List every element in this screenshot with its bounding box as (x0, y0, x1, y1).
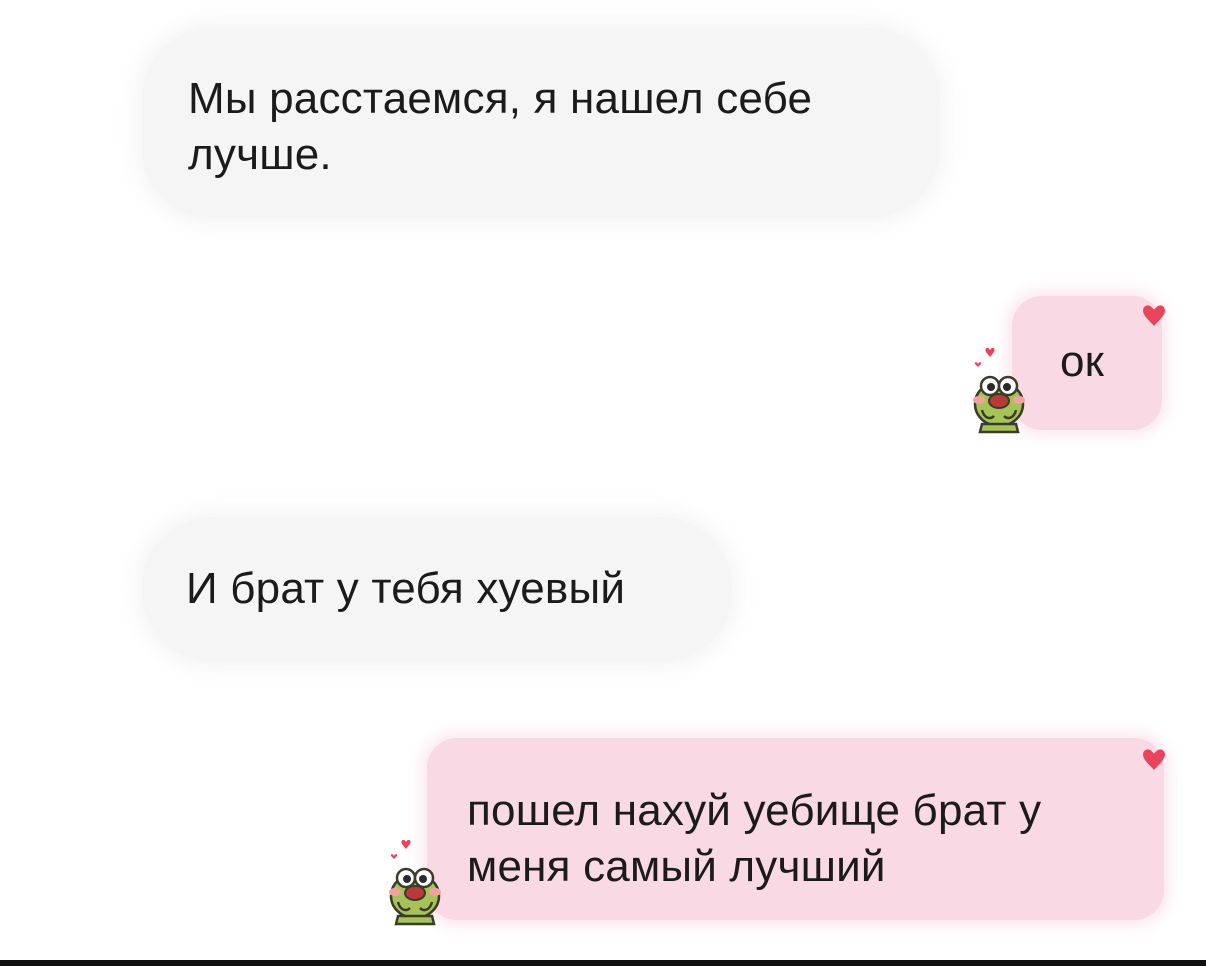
message-text: пошел нахуй уебище брат у меня самый луч… (467, 786, 1042, 891)
message-bubble-outgoing[interactable]: ок (1012, 296, 1162, 430)
message-bubble-incoming[interactable]: И брат у тебя хуевый (142, 517, 732, 662)
bottom-divider (0, 960, 1206, 966)
message-text: И брат у тебя хуевый (186, 564, 626, 613)
frog-sticker-icon (389, 839, 441, 926)
message-text: Мы расстаемся, я нашел себе лучше. (188, 74, 813, 179)
frog-sticker-icon (973, 347, 1025, 434)
message-bubble-incoming[interactable]: Мы расстаемся, я нашел себе лучше. (142, 28, 940, 218)
message-text: ок (1060, 337, 1105, 386)
heart-icon (1143, 749, 1165, 770)
heart-icon (1143, 305, 1165, 326)
chat-thread: Мы расстаемся, я нашел себе лучше. ок И … (0, 0, 1206, 966)
message-bubble-outgoing[interactable]: пошел нахуй уебище брат у меня самый луч… (427, 738, 1164, 920)
